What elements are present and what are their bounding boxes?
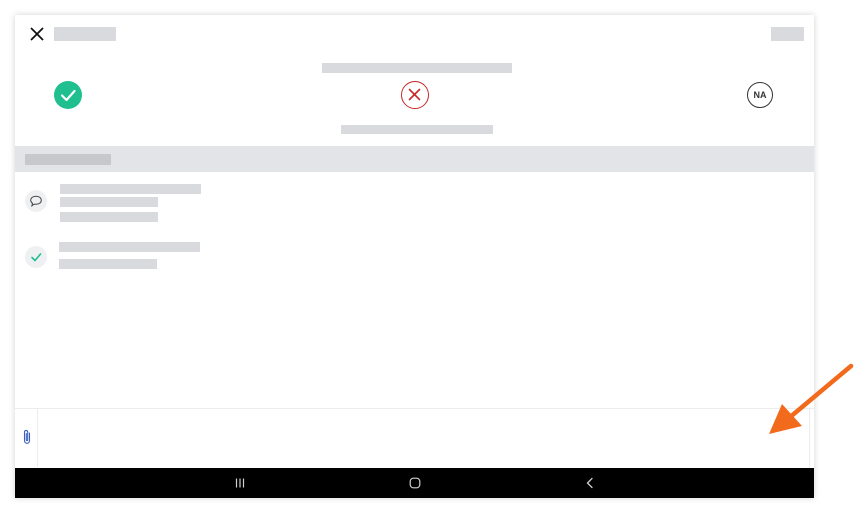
home-button[interactable] (395, 468, 435, 498)
response-line-2-placeholder (59, 259, 157, 269)
na-button[interactable]: NA (747, 82, 773, 108)
na-label: NA (753, 90, 767, 100)
comment-input[interactable] (38, 409, 809, 467)
comment-icon (30, 195, 42, 207)
back-button[interactable] (570, 468, 610, 498)
recent-apps-icon (235, 478, 245, 488)
check-icon (60, 89, 76, 102)
header-action-placeholder[interactable] (771, 27, 804, 41)
check-icon (31, 253, 42, 262)
comment-line-2-placeholder (60, 197, 158, 207)
comment-line-1-placeholder (60, 184, 201, 194)
activity-section-header (15, 146, 814, 172)
app-window: NA (15, 15, 814, 498)
recent-apps-button[interactable] (220, 468, 260, 498)
item-subtitle-placeholder (341, 125, 493, 134)
home-icon (409, 477, 421, 489)
header-title-placeholder (54, 27, 116, 41)
response-bullet (25, 246, 47, 268)
comment-bullet (25, 190, 47, 212)
section-title-placeholder (25, 154, 111, 165)
comment-composer (15, 408, 814, 468)
fail-button[interactable] (401, 81, 429, 109)
system-nav-bar (15, 468, 814, 498)
close-icon[interactable] (27, 24, 47, 44)
response-line-1-placeholder (59, 242, 200, 252)
pass-button[interactable] (54, 81, 82, 109)
x-icon (408, 88, 421, 101)
comment-line-3-placeholder (60, 212, 158, 222)
annotation-arrow-icon (769, 363, 854, 434)
item-title-placeholder (322, 63, 512, 73)
back-icon (586, 477, 593, 489)
paperclip-icon[interactable] (20, 428, 34, 446)
